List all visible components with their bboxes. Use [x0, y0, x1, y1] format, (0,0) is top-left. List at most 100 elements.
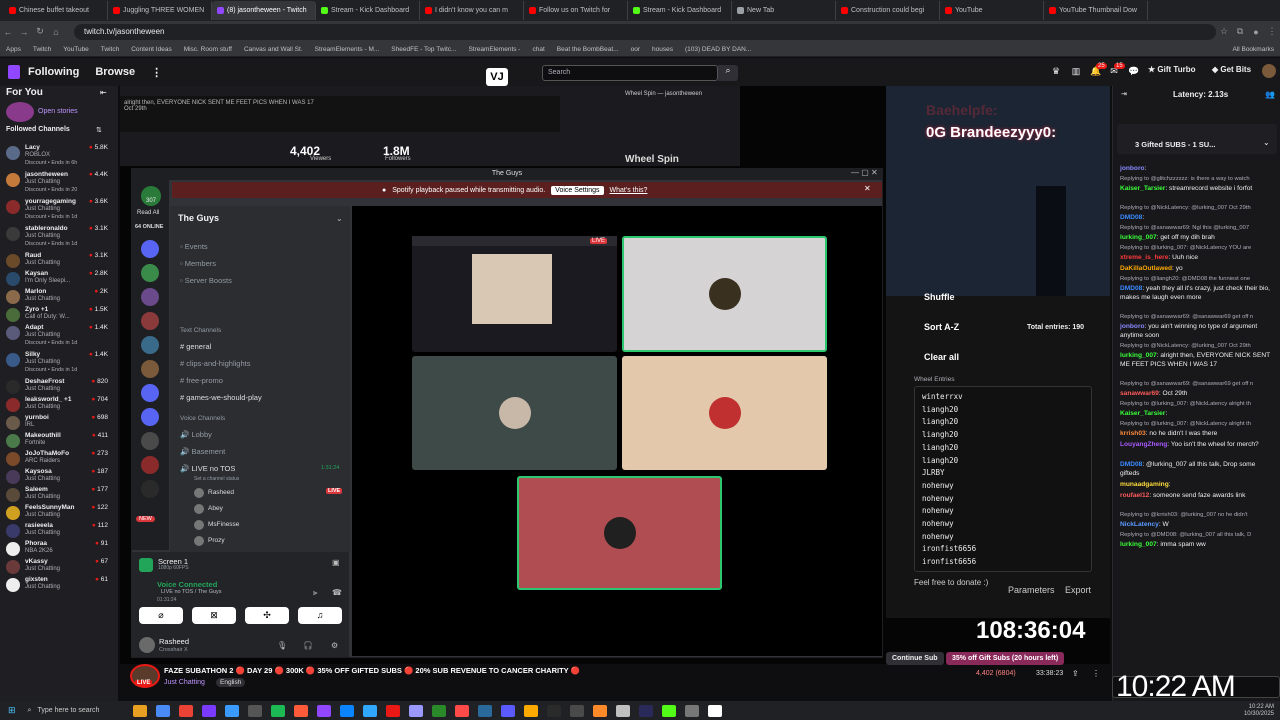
taskbar-search-input[interactable]: Type here to search — [37, 707, 121, 714]
clear-all-button[interactable]: Clear all — [924, 352, 959, 362]
browser-tab[interactable]: New Tab — [732, 1, 836, 20]
taskbar-search-icon[interactable]: ⌕ — [28, 707, 32, 715]
chevron-down-icon[interactable]: ⌄ — [336, 214, 343, 223]
followed-channel[interactable]: yurnboi IRL ● 698 — [0, 414, 118, 432]
taskbar-app-icon[interactable] — [179, 704, 194, 717]
followed-channel[interactable]: Silky Just Chatting ● 1.4K Discount • Ends … — [0, 351, 118, 373]
chat-username[interactable]: sanawwar69 — [1120, 390, 1159, 397]
chat-message[interactable]: Replying to @NickLatency: @lurking_007 O… — [1120, 204, 1276, 222]
gift-sub-banner[interactable]: 3 Gifted SUBS - 1 SU... ⌄ — [1117, 124, 1277, 154]
taskbar-app-icon[interactable] — [708, 704, 723, 717]
followed-channel[interactable]: Kaysosa Just Chatting ● 187 — [0, 468, 118, 486]
chat-username[interactable]: lurking_007 — [1120, 234, 1157, 241]
nav-following[interactable]: Following — [28, 66, 79, 78]
search-input[interactable]: Search — [542, 65, 718, 81]
taskbar-app-icon[interactable] — [225, 704, 240, 717]
followed-channel[interactable]: JoJoThaMoFo ARC Raiders ● 273 — [0, 450, 118, 468]
chat-message[interactable]: Replying to @lurking_007: @NickLatency a… — [1120, 420, 1276, 438]
server-icon[interactable] — [141, 264, 159, 282]
taskbar-app-icon[interactable] — [294, 704, 309, 717]
browser-tab[interactable]: YouTube — [940, 1, 1044, 20]
participant-tile-4[interactable] — [517, 476, 722, 590]
bookmark-item[interactable]: oor — [625, 46, 646, 53]
bookmark-item[interactable]: Twitch — [95, 46, 125, 53]
export-link[interactable]: Export — [1065, 585, 1091, 595]
bookmark-item[interactable]: StreamElements - — [462, 46, 526, 53]
chat-username[interactable]: DMD08 — [1120, 214, 1142, 221]
taskbar-app-icon[interactable] — [570, 704, 585, 717]
whisper-icon[interactable]: 💬 — [1128, 66, 1140, 78]
parameters-link[interactable]: Parameters — [1008, 585, 1055, 595]
voice-settings-button[interactable]: Voice Settings — [551, 185, 604, 195]
chat-username[interactable]: LouyangZheng — [1120, 441, 1167, 448]
browser-tab[interactable]: (8) jasontheween - Twitch — [212, 1, 316, 20]
sort-button[interactable]: Sort A-Z — [924, 322, 959, 332]
server-icon[interactable] — [141, 336, 159, 354]
taskbar-app-icon[interactable] — [248, 704, 263, 717]
gift-subs-button[interactable]: 35% off Gift Subs (20 hours left) — [946, 652, 1065, 665]
followed-channel[interactable]: stableronaldo Just Chatting ● 3.1K Discount… — [0, 225, 118, 247]
open-stories-link[interactable]: Open stories — [38, 108, 78, 115]
user-avatar[interactable] — [1262, 64, 1276, 78]
chat-username[interactable]: lurking_007 — [1120, 541, 1157, 548]
followed-channel[interactable]: Raud Just Chatting ● 3.1K — [0, 252, 118, 270]
chat-username[interactable]: Kaiser_Tarsier — [1120, 410, 1165, 417]
reload-icon[interactable]: ↻ — [32, 26, 48, 37]
chat-username[interactable]: DMD08 — [1120, 461, 1142, 468]
bookmark-item[interactable]: Content Ideas — [125, 46, 177, 53]
browser-tab[interactable]: YouTube Thumbnail Dow — [1044, 1, 1148, 20]
mic-icon[interactable]: 🎙 — [277, 641, 287, 650]
text-channel[interactable]: # free-promo — [180, 376, 223, 385]
chat-message[interactable]: Replying to @lurking_007: @NickLatency Y… — [1120, 244, 1276, 262]
participant-tile-1[interactable] — [622, 236, 827, 352]
menu-icon[interactable]: ⋮ — [1264, 26, 1280, 37]
chat-message[interactable]: DaKillaOutlawed: yo — [1120, 264, 1276, 273]
chat-username[interactable]: DaKillaOutlawed — [1120, 265, 1172, 272]
chat-message[interactable]: Replying to @NickLatency: @lurking_007 O… — [1120, 342, 1276, 369]
text-channels-heading[interactable]: Text Channels — [180, 327, 221, 334]
stories-avatar[interactable] — [6, 102, 34, 122]
crown-icon[interactable]: ♛ — [1050, 66, 1062, 78]
text-channel[interactable]: # clips-and-highlights — [180, 359, 250, 368]
taskbar-app-icon[interactable] — [202, 704, 217, 717]
activities-button[interactable]: ✣ — [245, 607, 289, 624]
bookmark-item[interactable]: Canvas and Wall St. — [238, 46, 309, 53]
bookmark-item[interactable]: houses — [646, 46, 679, 53]
taskbar-app-icon[interactable] — [340, 704, 355, 717]
voice-channel[interactable]: 🔊 Lobby — [180, 430, 212, 439]
windows-start-icon[interactable]: ⊞ — [8, 705, 16, 716]
followed-channel[interactable]: Saleem Just Chatting ● 177 — [0, 486, 118, 504]
participant-tile-2[interactable] — [412, 356, 617, 470]
browser-tab[interactable]: Stream - Kick Dashboard — [628, 1, 732, 20]
participant-tile-3[interactable] — [622, 356, 827, 470]
soundboard-button[interactable]: ♫ — [298, 607, 342, 624]
chat-message[interactable]: roufael12: someone send faze awards link — [1120, 491, 1276, 500]
nav-browse[interactable]: Browse — [95, 66, 135, 78]
server-icon[interactable] — [141, 432, 159, 450]
bookmark-item[interactable]: StreamElements - M... — [309, 46, 386, 53]
bookmark-item[interactable]: SheedFE - Top Twitc... — [385, 46, 462, 53]
followed-channel[interactable]: jasontheween Just Chatting ● 4.4K Discount … — [0, 171, 118, 193]
screenshare-tile[interactable]: LIVE — [412, 236, 617, 352]
taskbar-app-icon[interactable] — [386, 704, 401, 717]
bookmark-item[interactable]: Beat the BombBeat... — [551, 46, 625, 53]
bookmark-star-icon[interactable]: ☆ — [1216, 26, 1232, 37]
followed-channel[interactable]: gixsten Just Chatting ● 61 — [0, 576, 118, 594]
followed-channel[interactable]: rasieeela Just Chatting ● 112 — [0, 522, 118, 540]
server-icon[interactable] — [141, 408, 159, 426]
taskbar-app-icon[interactable] — [616, 704, 631, 717]
browser-tab[interactable]: Chinese buffet takeout — [4, 1, 108, 20]
taskbar-app-icon[interactable] — [685, 704, 700, 717]
twitch-logo-icon[interactable] — [8, 65, 20, 79]
followed-channel[interactable]: Marlon Just Chatting ● 2K — [0, 288, 118, 306]
chat-message[interactable]: Replying to @DMD08: @lurking_007 all thi… — [1120, 531, 1276, 549]
taskbar-clock[interactable]: 10:22 AM 10/30/2025 — [1244, 704, 1274, 718]
chat-message[interactable]: Replying to @liangh20: @DMD08 the funnie… — [1120, 275, 1276, 302]
sort-icon[interactable]: ⇅ — [96, 126, 102, 134]
voice-member[interactable]: Abey — [208, 505, 223, 512]
chat-message[interactable]: Replying to @sanawwar69: Ngl this @lurki… — [1120, 224, 1276, 242]
chat-message[interactable]: jonboro: — [1120, 164, 1276, 173]
followed-channel[interactable]: leaksworld_ +1 Just Chatting ● 704 — [0, 396, 118, 414]
chat-username[interactable]: krrish03 — [1120, 430, 1146, 437]
dm-home-icon[interactable]: 307 — [141, 186, 161, 206]
